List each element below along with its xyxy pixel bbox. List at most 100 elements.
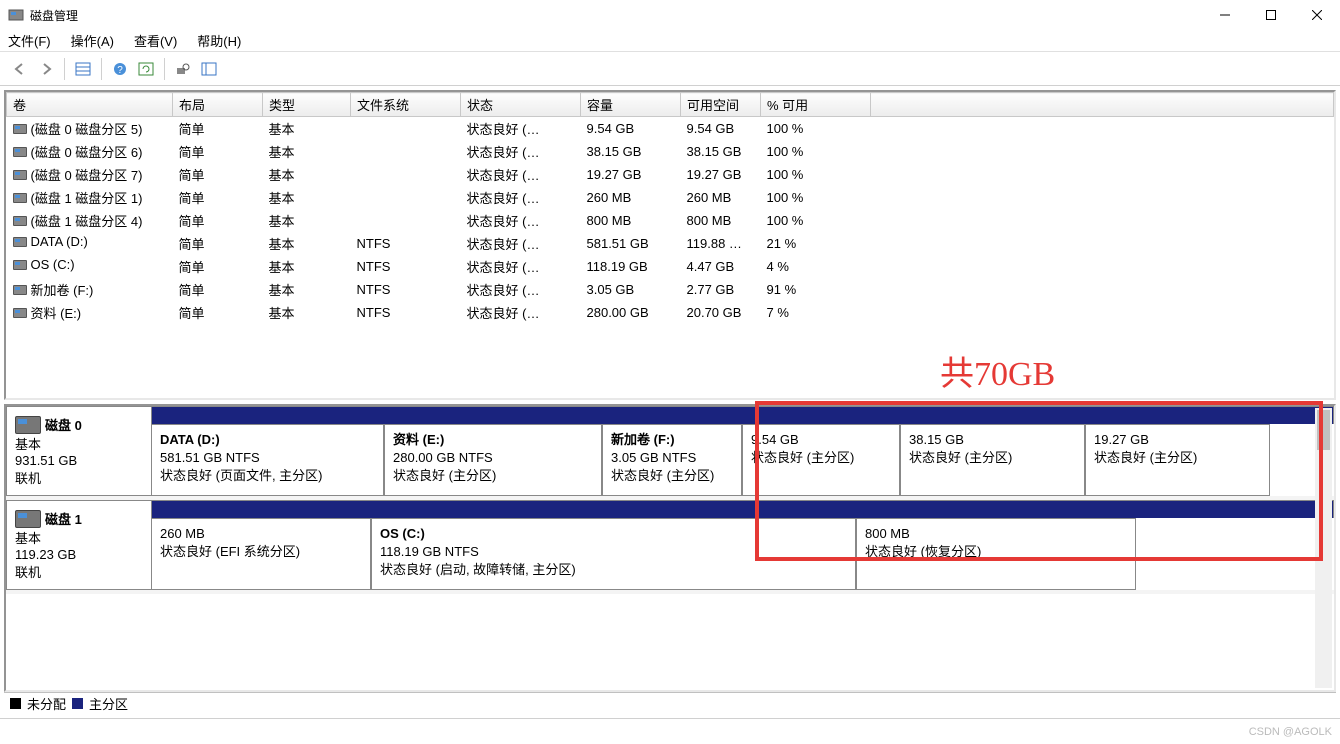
partition-block[interactable]: 资料 (E:)280.00 GB NTFS状态良好 (主分区) xyxy=(384,424,602,496)
volume-table[interactable]: 卷 布局 类型 文件系统 状态 容量 可用空间 % 可用 (磁盘 0 磁盘分区 … xyxy=(6,92,1334,324)
cell-status: 状态良好 (… xyxy=(461,209,581,232)
col-free[interactable]: 可用空间 xyxy=(681,93,761,117)
toolbar-separator xyxy=(164,58,165,80)
table-row[interactable]: (磁盘 0 磁盘分区 5)简单基本状态良好 (…9.54 GB9.54 GB10… xyxy=(7,117,1334,141)
help-icon[interactable]: ? xyxy=(108,57,132,81)
cell-capacity: 9.54 GB xyxy=(581,117,681,141)
disk-icon xyxy=(15,416,41,434)
disk-row: 磁盘 1基本119.23 GB联机260 MB状态良好 (EFI 系统分区)OS… xyxy=(6,500,1334,594)
volume-icon xyxy=(13,216,27,226)
settings-icon[interactable] xyxy=(171,57,195,81)
maximize-button[interactable] xyxy=(1248,0,1294,30)
app-icon xyxy=(8,7,24,23)
cell-type: 基本 xyxy=(263,163,351,186)
col-capacity[interactable]: 容量 xyxy=(581,93,681,117)
cell-capacity: 280.00 GB xyxy=(581,301,681,324)
cell-pct: 21 % xyxy=(761,232,871,255)
table-row[interactable]: (磁盘 0 磁盘分区 7)简单基本状态良好 (…19.27 GB19.27 GB… xyxy=(7,163,1334,186)
col-filesystem[interactable]: 文件系统 xyxy=(351,93,461,117)
cell-pct: 100 % xyxy=(761,186,871,209)
menu-help[interactable]: 帮助(H) xyxy=(197,31,241,50)
col-pctfree[interactable]: % 可用 xyxy=(761,93,871,117)
cell-free: 800 MB xyxy=(681,209,761,232)
nav-back-button[interactable] xyxy=(8,57,32,81)
col-layout[interactable]: 布局 xyxy=(173,93,263,117)
cell-pct: 100 % xyxy=(761,140,871,163)
disk-label: 磁盘 1 xyxy=(45,509,82,528)
cell-free: 260 MB xyxy=(681,186,761,209)
cell-layout: 简单 xyxy=(173,255,263,278)
volume-name: (磁盘 0 磁盘分区 7) xyxy=(31,165,143,184)
table-row[interactable]: (磁盘 1 磁盘分区 4)简单基本状态良好 (…800 MB800 MB100 … xyxy=(7,209,1334,232)
minimize-button[interactable] xyxy=(1202,0,1248,30)
partition-block[interactable]: 38.15 GB状态良好 (主分区) xyxy=(900,424,1085,496)
menu-file[interactable]: 文件(F) xyxy=(8,31,51,50)
menu-view[interactable]: 查看(V) xyxy=(134,31,177,50)
table-row[interactable]: 新加卷 (F:)简单基本NTFS状态良好 (…3.05 GB2.77 GB91 … xyxy=(7,278,1334,301)
cell-layout: 简单 xyxy=(173,301,263,324)
partition-block[interactable]: 800 MB状态良好 (恢复分区) xyxy=(856,518,1136,590)
partition-block[interactable]: 19.27 GB状态良好 (主分区) xyxy=(1085,424,1270,496)
volume-icon xyxy=(13,124,27,134)
menubar: 文件(F) 操作(A) 查看(V) 帮助(H) xyxy=(0,30,1340,52)
col-volume[interactable]: 卷 xyxy=(7,93,173,117)
volume-icon xyxy=(13,260,27,270)
cell-type: 基本 xyxy=(263,301,351,324)
partition-name: 资料 (E:) xyxy=(393,431,593,449)
refresh-icon[interactable] xyxy=(134,57,158,81)
cell-fs: NTFS xyxy=(351,301,461,324)
partition-status: 状态良好 (EFI 系统分区) xyxy=(160,543,362,561)
volume-name: (磁盘 1 磁盘分区 1) xyxy=(31,188,143,207)
cell-fs: NTFS xyxy=(351,255,461,278)
cell-pct: 7 % xyxy=(761,301,871,324)
disk-info[interactable]: 磁盘 0基本931.51 GB联机 xyxy=(6,406,151,496)
volume-icon xyxy=(13,285,27,295)
vertical-scrollbar[interactable] xyxy=(1315,408,1332,688)
volume-name: 新加卷 (F:) xyxy=(31,280,94,299)
partition-status: 状态良好 (主分区) xyxy=(909,449,1076,467)
partition-status: 状态良好 (启动, 故障转储, 主分区) xyxy=(380,561,847,579)
partition-block[interactable]: OS (C:)118.19 GB NTFS状态良好 (启动, 故障转储, 主分区… xyxy=(371,518,856,590)
cell-layout: 简单 xyxy=(173,278,263,301)
disk-graphic-pane: 磁盘 0基本931.51 GB联机DATA (D:)581.51 GB NTFS… xyxy=(4,404,1336,692)
close-button[interactable] xyxy=(1294,0,1340,30)
disk-row: 磁盘 0基本931.51 GB联机DATA (D:)581.51 GB NTFS… xyxy=(6,406,1334,500)
list-icon[interactable] xyxy=(197,57,221,81)
table-row[interactable]: (磁盘 1 磁盘分区 1)简单基本状态良好 (…260 MB260 MB100 … xyxy=(7,186,1334,209)
cell-status: 状态良好 (… xyxy=(461,278,581,301)
partition-block[interactable]: 260 MB状态良好 (EFI 系统分区) xyxy=(151,518,371,590)
partition-block[interactable]: DATA (D:)581.51 GB NTFS状态良好 (页面文件, 主分区) xyxy=(151,424,384,496)
nav-forward-button[interactable] xyxy=(34,57,58,81)
disk-info[interactable]: 磁盘 1基本119.23 GB联机 xyxy=(6,500,151,590)
table-row[interactable]: OS (C:)简单基本NTFS状态良好 (…118.19 GB4.47 GB4 … xyxy=(7,255,1334,278)
legend-bar: 未分配 主分区 xyxy=(4,692,1336,714)
col-status[interactable]: 状态 xyxy=(461,93,581,117)
cell-pct: 100 % xyxy=(761,209,871,232)
cell-type: 基本 xyxy=(263,232,351,255)
cell-fs xyxy=(351,186,461,209)
table-row[interactable]: 资料 (E:)简单基本NTFS状态良好 (…280.00 GB20.70 GB7… xyxy=(7,301,1334,324)
disk-type: 基本 xyxy=(15,434,143,453)
table-row[interactable]: (磁盘 0 磁盘分区 6)简单基本状态良好 (…38.15 GB38.15 GB… xyxy=(7,140,1334,163)
cell-capacity: 19.27 GB xyxy=(581,163,681,186)
partition-size: 38.15 GB xyxy=(909,431,1076,449)
cell-layout: 简单 xyxy=(173,117,263,141)
cell-fs xyxy=(351,117,461,141)
cell-type: 基本 xyxy=(263,278,351,301)
cell-type: 基本 xyxy=(263,255,351,278)
menu-action[interactable]: 操作(A) xyxy=(71,31,114,50)
partition-block[interactable]: 9.54 GB状态良好 (主分区) xyxy=(742,424,900,496)
titlebar: 磁盘管理 xyxy=(0,0,1340,30)
partition-block[interactable]: 新加卷 (F:)3.05 GB NTFS状态良好 (主分区) xyxy=(602,424,742,496)
legend-unallocated-swatch xyxy=(10,698,21,709)
disk-size: 119.23 GB xyxy=(15,547,143,562)
cell-free: 19.27 GB xyxy=(681,163,761,186)
table-view-icon[interactable] xyxy=(71,57,95,81)
volume-name: (磁盘 0 磁盘分区 6) xyxy=(31,142,143,161)
partition-size: 118.19 GB NTFS xyxy=(380,543,847,561)
disk-label: 磁盘 0 xyxy=(45,415,82,434)
toolbar: ? xyxy=(0,52,1340,86)
table-row[interactable]: DATA (D:)简单基本NTFS状态良好 (…581.51 GB119.88 … xyxy=(7,232,1334,255)
col-type[interactable]: 类型 xyxy=(263,93,351,117)
cell-fs xyxy=(351,140,461,163)
